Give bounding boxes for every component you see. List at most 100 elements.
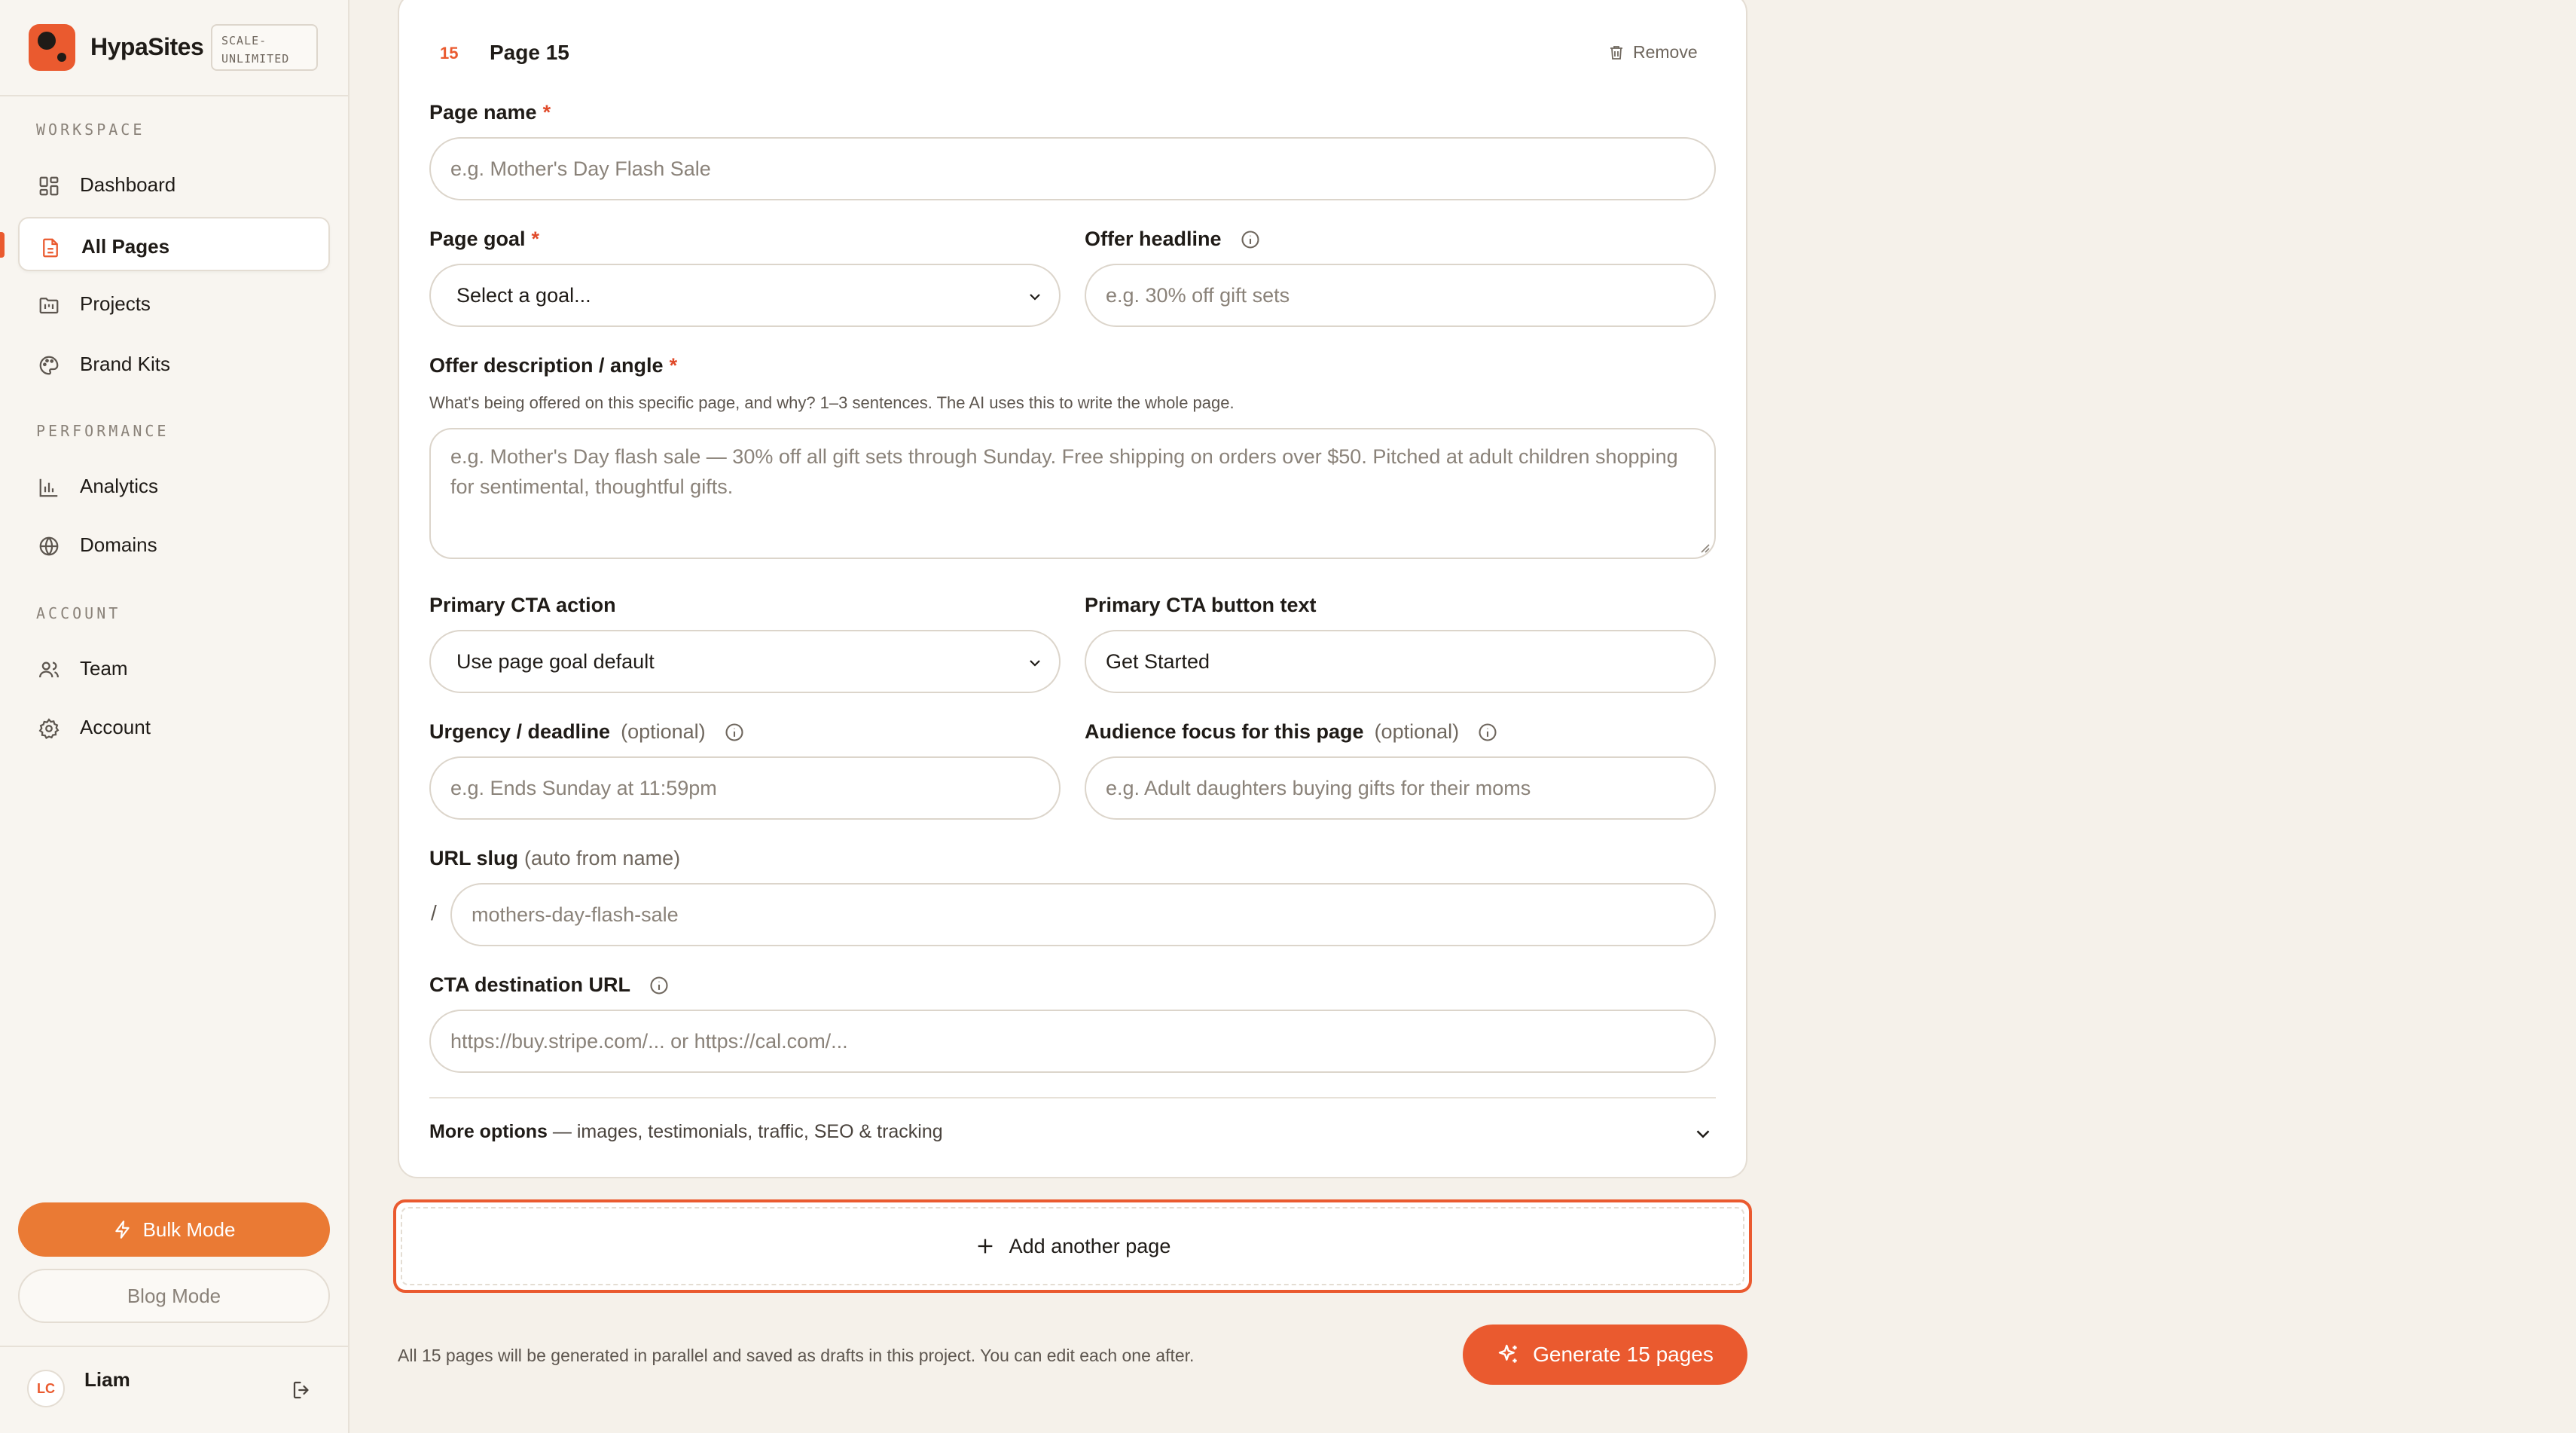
page-goal-select[interactable]: Select a goal...: [429, 264, 1061, 327]
sidebar-item-label: All Pages: [81, 235, 170, 258]
page-title: Page 15: [490, 41, 569, 64]
info-icon[interactable]: [724, 722, 745, 743]
offer-headline-label: Offer headline: [1085, 228, 1261, 251]
page-name-label-text: Page name: [429, 101, 537, 124]
sidebar-item-label: Account: [80, 716, 151, 738]
globe-icon: [38, 535, 60, 558]
more-options-desc: — images, testimonials, traffic, SEO & t…: [547, 1121, 943, 1142]
sidebar-item-analytics[interactable]: Analytics: [18, 458, 330, 512]
offer-headline-input[interactable]: e.g. 30% off gift sets: [1085, 264, 1716, 327]
plan-badge-line2: UNLIMITED: [221, 52, 290, 66]
add-page-inner: Add another page: [401, 1207, 1744, 1285]
sidebar-item-projects[interactable]: Projects: [18, 276, 330, 330]
sidebar-item-label: Analytics: [80, 475, 159, 497]
sidebar-item-team[interactable]: Team: [18, 640, 330, 695]
offer-headline-placeholder: e.g. 30% off gift sets: [1106, 283, 1290, 307]
sidebar-item-dashboard[interactable]: Dashboard: [18, 157, 330, 211]
sidebar-item-label: Team: [80, 657, 128, 680]
trash-icon: [1607, 44, 1625, 62]
plus-icon: [975, 1236, 996, 1257]
chevron-down-icon: [1026, 288, 1044, 306]
remove-label: Remove: [1633, 42, 1698, 62]
urgency-placeholder: e.g. Ends Sunday at 11:59pm: [450, 776, 717, 799]
cta-url-input[interactable]: https://buy.stripe.com/... or https://ca…: [429, 1010, 1716, 1073]
page-icon: [39, 237, 62, 259]
remove-button[interactable]: Remove: [1607, 42, 1698, 63]
brand-logo[interactable]: [29, 24, 75, 71]
gear-icon: [38, 717, 60, 740]
section-label-account: ACCOUNT: [36, 604, 121, 622]
offer-headline-label-text: Offer headline: [1085, 228, 1222, 250]
url-slug-input[interactable]: mothers-day-flash-sale: [450, 883, 1716, 946]
add-page-label: Add another page: [1009, 1234, 1171, 1257]
cta-text-label: Primary CTA button text: [1085, 594, 1317, 617]
blog-mode-button[interactable]: Blog Mode: [18, 1269, 330, 1323]
required-asterisk: *: [531, 228, 540, 250]
urgency-label: Urgency / deadline (optional): [429, 720, 745, 744]
add-page-button[interactable]: Add another page: [393, 1199, 1752, 1293]
sidebar-item-label: Domains: [80, 533, 157, 556]
avatar[interactable]: LC: [27, 1370, 65, 1407]
sidebar-item-label: Projects: [80, 292, 151, 315]
brand-name: HypaSites: [90, 33, 204, 60]
url-slug-placeholder: mothers-day-flash-sale: [472, 903, 679, 926]
offer-description-placeholder: e.g. Mother's Day flash sale — 30% off a…: [450, 445, 1678, 498]
divider: [429, 1097, 1716, 1098]
cta-url-label: CTA destination URL: [429, 973, 670, 997]
user-area: LC Liam: [0, 1346, 348, 1433]
cta-url-label-text: CTA destination URL: [429, 973, 630, 996]
url-slug-suffix: (auto from name): [524, 847, 681, 869]
footer-note: All 15 pages will be generated in parall…: [398, 1346, 1195, 1365]
page-number: 15: [440, 44, 459, 63]
generate-button[interactable]: Generate 15 pages: [1463, 1325, 1747, 1385]
bulk-mode-label: Bulk Mode: [142, 1218, 236, 1241]
blog-mode-label: Blog Mode: [127, 1284, 221, 1307]
section-label-workspace: WORKSPACE: [36, 121, 145, 139]
more-options-toggle[interactable]: More options — images, testimonials, tra…: [429, 1121, 943, 1143]
sidebar-item-domains[interactable]: Domains: [18, 517, 330, 571]
info-icon[interactable]: [1477, 722, 1498, 743]
resize-grip-icon[interactable]: [1698, 541, 1710, 553]
more-options-title: More options: [429, 1121, 548, 1142]
dashboard-icon: [38, 175, 60, 197]
page-name-label: Page name *: [429, 101, 551, 124]
sidebar: HypaSites SCALE- UNLIMITED WORKSPACE Das…: [0, 0, 349, 1433]
chevron-down-icon[interactable]: [1692, 1123, 1714, 1145]
sidebar-item-account[interactable]: Account: [18, 699, 330, 753]
logout-icon[interactable]: [291, 1379, 313, 1401]
sidebar-item-all-pages[interactable]: All Pages: [18, 217, 330, 271]
urgency-input[interactable]: e.g. Ends Sunday at 11:59pm: [429, 756, 1061, 820]
page-goal-label-text: Page goal: [429, 228, 526, 250]
info-icon[interactable]: [1240, 229, 1261, 250]
plan-badge: SCALE- UNLIMITED: [211, 24, 318, 71]
active-nav-marker: [0, 232, 5, 258]
audience-input[interactable]: e.g. Adult daughters buying gifts for th…: [1085, 756, 1716, 820]
bulk-mode-button[interactable]: Bulk Mode: [18, 1202, 330, 1257]
chevron-down-icon: [1026, 654, 1044, 672]
cta-text-label-text: Primary CTA button text: [1085, 594, 1317, 616]
palette-icon: [38, 354, 60, 377]
offer-description-textarea[interactable]: e.g. Mother's Day flash sale — 30% off a…: [429, 428, 1716, 559]
sparkle-icon: [1497, 1343, 1521, 1367]
cta-text-input[interactable]: Get Started: [1085, 630, 1716, 693]
audience-placeholder: e.g. Adult daughters buying gifts for th…: [1106, 776, 1531, 799]
urgency-label-text: Urgency / deadline: [429, 720, 611, 743]
sidebar-item-label: Dashboard: [80, 173, 176, 196]
generate-label: Generate 15 pages: [1533, 1343, 1714, 1366]
url-slug-label-text: URL slug: [429, 847, 519, 869]
audience-label: Audience focus for this page (optional): [1085, 720, 1498, 744]
bar-chart-icon: [38, 476, 60, 499]
cta-action-select[interactable]: Use page goal default: [429, 630, 1061, 693]
optional-hint: (optional): [1374, 720, 1460, 743]
cta-action-value: Use page goal default: [456, 649, 655, 673]
required-asterisk: *: [542, 101, 551, 124]
sidebar-item-brand-kits[interactable]: Brand Kits: [18, 336, 330, 390]
optional-hint: (optional): [621, 720, 706, 743]
info-icon[interactable]: [649, 975, 670, 996]
offer-description-label-text: Offer description / angle: [429, 354, 664, 377]
users-icon: [38, 658, 60, 681]
cta-url-placeholder: https://buy.stripe.com/... or https://ca…: [450, 1029, 848, 1053]
cta-action-label: Primary CTA action: [429, 594, 616, 617]
folder-icon: [38, 294, 60, 316]
page-name-input[interactable]: e.g. Mother's Day Flash Sale: [429, 137, 1716, 200]
